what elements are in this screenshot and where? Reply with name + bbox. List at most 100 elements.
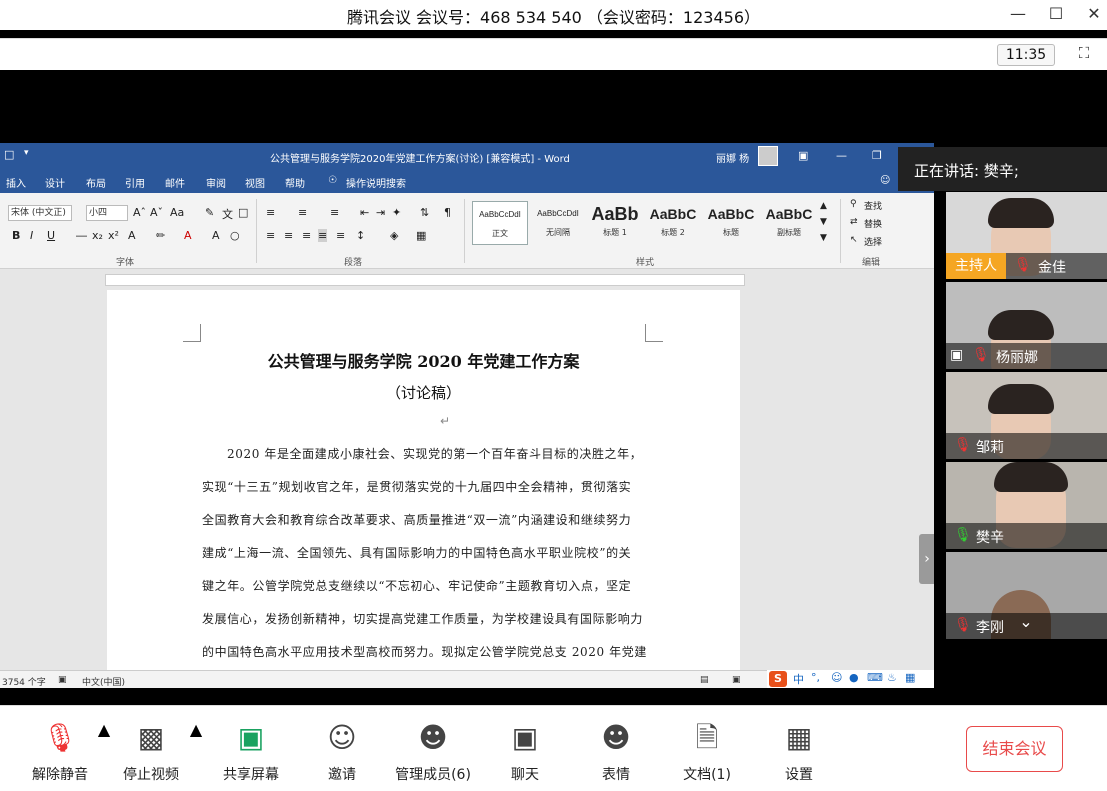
chat-button[interactable]: ▣ 聊天 — [485, 720, 565, 784]
align-right-icon: ≡ — [302, 229, 312, 242]
settings-label: 设置 — [785, 767, 813, 783]
close-icon[interactable]: ✕ — [1080, 4, 1107, 23]
ime-skin-icon: ♨ — [887, 671, 897, 684]
ime-emoji-icon: ☺ — [831, 671, 843, 684]
emoji-button[interactable]: ☻ 表情 — [576, 720, 656, 784]
style-sample: AaBbC — [765, 206, 813, 222]
end-meeting-button[interactable]: 结束会议 — [966, 726, 1063, 772]
char-border-icon: □ — [238, 206, 249, 219]
manage-members-button[interactable]: ☻ 管理成员(6) — [393, 720, 473, 784]
speaking-text: 正在讲话: 樊辛; — [914, 162, 1019, 180]
shading-icon: ◈ — [390, 229, 399, 242]
members-icon: ☻ — [418, 721, 448, 754]
highlight-icon: ✏ — [156, 229, 166, 242]
participant-bar: 🎙 樊辛 — [946, 523, 1107, 549]
share-screen-label: 共享屏幕 — [223, 767, 279, 783]
clear-format-icon: ✎ — [205, 206, 215, 219]
fullscreen-icon[interactable]: ⛶ — [1073, 44, 1095, 66]
enclose-char-icon: ○ — [230, 229, 240, 242]
ribbon-separator — [840, 199, 841, 263]
documents-button[interactable]: 🗎 文档(1) — [667, 720, 747, 784]
style-normal: AaBbCcDdI 正文 — [472, 201, 528, 245]
word-doc-icon: □ — [4, 148, 15, 161]
avatar — [758, 146, 778, 166]
chevron-down-icon[interactable]: ⌄ — [1016, 612, 1036, 632]
multilevel-icon: ≡ — [330, 206, 340, 219]
mic-muted-icon: 🎙 — [1014, 257, 1032, 273]
word-tab: 插入 — [6, 179, 26, 190]
maximize-icon[interactable]: ☐ — [1042, 4, 1070, 23]
mic-active-icon: 🎙 — [954, 527, 972, 543]
sort-icon: ⇅ — [420, 206, 430, 219]
participant-tile[interactable]: 主持人 🎙 金佳 — [946, 192, 1107, 279]
char-shading-icon: A — [212, 229, 220, 242]
style-sample: AaBbCcDdI — [537, 209, 579, 218]
find-label: 查找 — [864, 202, 883, 212]
style-no-spacing: AaBbCcDdI 无间隔 — [530, 201, 586, 245]
minimize-icon[interactable]: — — [1004, 4, 1032, 23]
speaking-indicator: 正在讲话: 樊辛; — [898, 147, 1107, 191]
doc-subheading: （讨论稿） — [385, 384, 461, 402]
word-restore-icon: ❐ — [872, 149, 882, 162]
invite-button[interactable]: ☺ 邀请 — [302, 720, 382, 784]
style-sample: AaBb — [591, 204, 639, 224]
doc-line: 全国教育大会和教育综合改革要求、高质量推进“双一流”内涵建设和继续努力 — [202, 513, 632, 527]
underline-icon: U — [47, 229, 56, 242]
lightbulb-icon: ☉ — [328, 175, 337, 186]
page-corner-mark — [183, 324, 201, 342]
chat-label: 聊天 — [511, 767, 539, 783]
chinese-layout-icon: ✦ — [392, 206, 402, 219]
justify-icon: ≡ — [318, 229, 328, 242]
font-shrink-icon: Aˇ — [150, 206, 164, 219]
add-person-icon: ☺ — [327, 721, 357, 754]
share-person-icon: ☺ — [880, 175, 891, 186]
word-tab: 设计 — [45, 179, 65, 190]
participant-hair — [994, 462, 1068, 492]
paragraph-group-label: 段落 — [344, 258, 363, 268]
participant-name: 杨丽娜 — [996, 350, 1038, 366]
style-sample: AaBbCcDdI — [479, 210, 521, 219]
style-label: 标题 2 — [661, 228, 685, 237]
ime-toolbar: S 中 °, ☺ ● ⌨ ♨ ▦ — [767, 670, 934, 688]
ime-voice-icon: ● — [849, 671, 859, 684]
strikethrough-icon: ― — [76, 229, 87, 242]
borders-icon: ▦ — [416, 229, 427, 242]
shared-screen: □ ▾ 公共管理与服务学院2020年党建工作方案(讨论) [兼容模式] - Wo… — [0, 143, 934, 688]
sogou-icon: S — [769, 671, 787, 687]
participant-hair — [988, 384, 1054, 414]
stop-video-label: 停止视频 — [123, 767, 179, 783]
replace-label: 替换 — [864, 220, 883, 230]
ribbon-display-icon: ▣ — [798, 149, 809, 162]
host-badge: 主持人 — [946, 253, 1006, 279]
style-sample: AaBbC — [707, 206, 755, 222]
unmute-label: 解除静音 — [32, 767, 88, 783]
line-spacing-icon: ↕ — [356, 229, 366, 242]
word-tab: 布局 — [86, 179, 106, 190]
doc-line: 发展信心，发扬创新精神，切实提高党建工作质量，为学校建设具有国际影响力 — [202, 612, 644, 626]
participant-tile[interactable]: ▣ 🎙 杨丽娜 — [946, 282, 1107, 369]
word-tabs: 插入 设计 布局 引用 邮件 审阅 视图 帮助 ☉ 操作说明搜索 ☺ — [0, 169, 934, 193]
meeting-subbar — [0, 38, 1107, 70]
participant-name: 邹莉 — [976, 440, 1004, 456]
ime-chinese-icon: 中 — [793, 673, 804, 686]
manage-members-label: 管理成员(6) — [395, 767, 471, 783]
bullets-icon: ≡ — [266, 206, 276, 219]
emoji-icon: ☻ — [601, 721, 631, 754]
participant-bar: ▣ 🎙 杨丽娜 — [946, 343, 1107, 369]
expand-panel-icon[interactable]: › — [919, 534, 934, 584]
styles-scroll-up-icon: ▲ — [820, 201, 827, 211]
participant-hair — [988, 198, 1054, 228]
meeting-toolbar: 🎙 解除静音 ▲ ▩ 停止视频 ▲ ▣ 共享屏幕 ☺ 邀请 ☻ 管理成员(6) … — [0, 705, 1107, 791]
subscript-icon: x₂ — [92, 229, 103, 242]
settings-button[interactable]: ▦ 设置 — [759, 720, 839, 784]
select-icon: ↖ — [850, 235, 858, 245]
share-screen-button[interactable]: ▣ 共享屏幕 — [211, 720, 291, 784]
participant-tile[interactable]: 🎙 邹莉 — [946, 372, 1107, 459]
editing-group-label: 编辑 — [862, 258, 881, 268]
style-label: 正文 — [492, 229, 508, 238]
meeting-clock: 11:35 — [997, 44, 1055, 66]
participant-tile[interactable]: 🎙 樊辛 — [946, 462, 1107, 549]
participant-name: 樊辛 — [976, 530, 1004, 546]
mic-muted-icon: 🎙 — [954, 617, 972, 633]
word-titlebar: □ ▾ 公共管理与服务学院2020年党建工作方案(讨论) [兼容模式] - Wo… — [0, 143, 934, 169]
